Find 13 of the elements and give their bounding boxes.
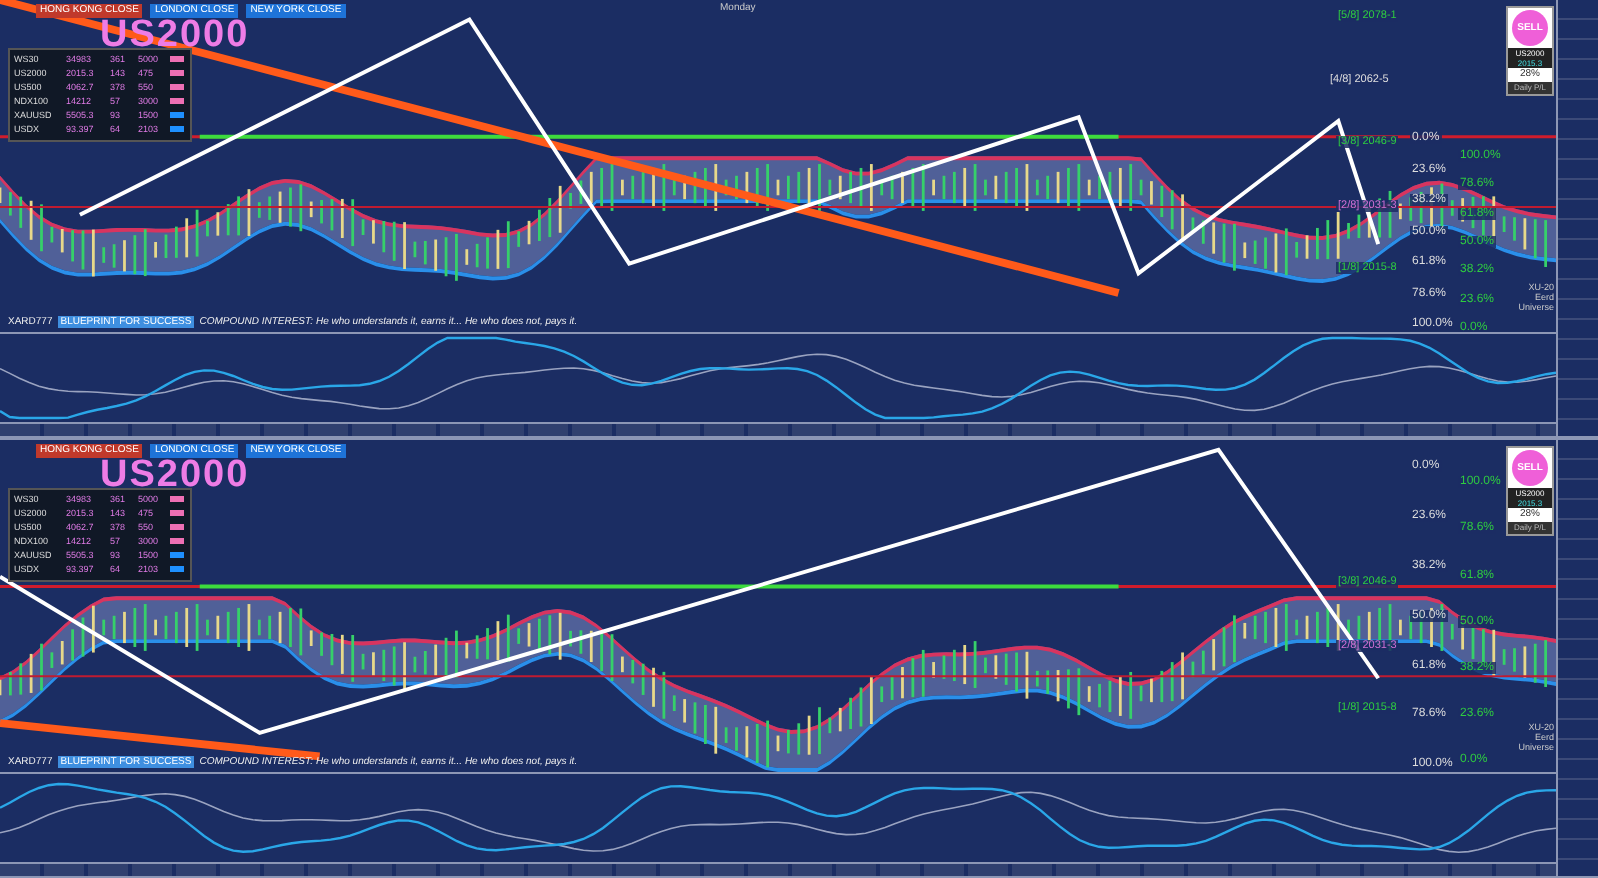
status-swatch-icon — [170, 524, 184, 530]
status-swatch-icon — [170, 496, 184, 502]
status-swatch-icon — [170, 70, 184, 76]
status-swatch-icon — [170, 84, 184, 90]
status-swatch-icon — [170, 566, 184, 572]
status-swatch-icon — [170, 538, 184, 544]
symbol-title: US2000 — [100, 454, 250, 496]
status-swatch-icon — [170, 98, 184, 104]
status-swatch-icon — [170, 510, 184, 516]
status-swatch-icon — [170, 112, 184, 118]
status-swatch-icon — [170, 552, 184, 558]
status-swatch-icon — [170, 56, 184, 62]
status-swatch-icon — [170, 126, 184, 132]
